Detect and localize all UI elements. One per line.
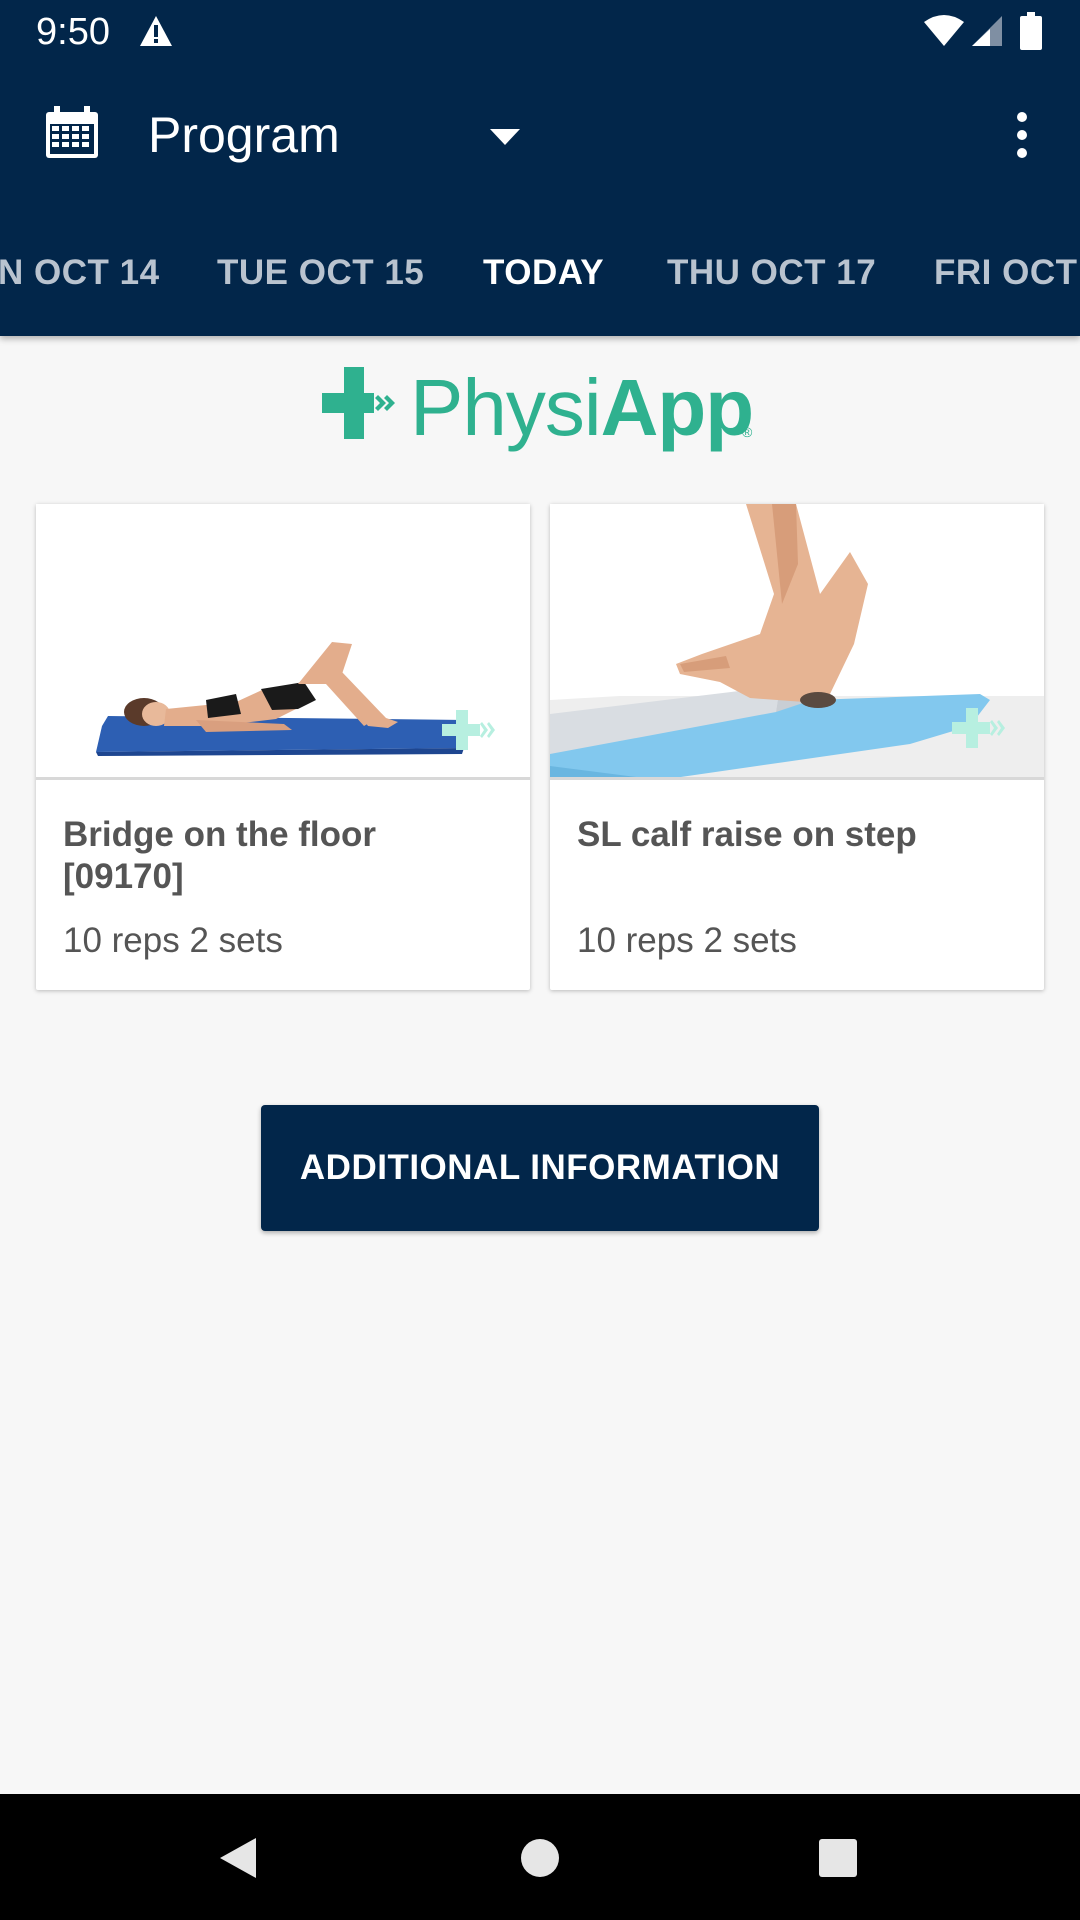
app-header: 9:50 Program N OCT 14 TUE OCT 15 TODAY T…: [0, 0, 1080, 336]
calf-raise-photo: [550, 504, 1044, 780]
status-bar: 9:50: [0, 0, 1080, 64]
battery-icon: [1020, 12, 1042, 50]
status-time: 9:50: [36, 11, 110, 53]
dropdown-icon[interactable]: [488, 126, 522, 148]
navigation-bar: [0, 1794, 1080, 1920]
exercise-card-bridge[interactable]: Bridge on the floor [09170] 10 reps 2 se…: [36, 504, 530, 990]
wifi-icon: [924, 15, 964, 46]
tab-mon-oct-14[interactable]: N OCT 14: [0, 252, 160, 294]
physiapp-logo: PhysiApp ®: [322, 362, 758, 458]
tab-thu-oct-17[interactable]: THU OCT 17: [667, 252, 876, 294]
home-icon[interactable]: [520, 1838, 560, 1878]
exercise-title: Bridge on the floor [09170]: [63, 815, 377, 896]
exercise-sets: 10 reps 2 sets: [577, 921, 797, 960]
recents-icon[interactable]: [818, 1838, 858, 1878]
calendar-icon[interactable]: [44, 104, 100, 160]
overflow-menu-icon[interactable]: [1008, 110, 1036, 160]
program-selector-title[interactable]: Program: [148, 106, 340, 164]
tab-fri-oct[interactable]: FRI OCT 1: [934, 252, 1080, 294]
logo-registered-mark: ®: [742, 424, 753, 440]
tab-tue-oct-15[interactable]: TUE OCT 15: [217, 252, 424, 294]
additional-information-button[interactable]: ADDITIONAL INFORMATION: [261, 1105, 819, 1231]
date-tab-bar: N OCT 14 TUE OCT 15 TODAY THU OCT 17 FRI…: [0, 210, 1080, 336]
exercise-title: SL calf raise on step: [577, 815, 917, 854]
logo-cross-icon: [322, 367, 395, 439]
toolbar: Program: [0, 64, 1080, 210]
logo-text: PhysiApp: [410, 363, 754, 452]
back-icon[interactable]: [218, 1836, 258, 1880]
warning-icon: [140, 16, 172, 46]
exercise-sets: 10 reps 2 sets: [63, 921, 283, 960]
exercise-card-calf-raise[interactable]: SL calf raise on step 10 reps 2 sets: [550, 504, 1044, 990]
signal-icon: [972, 16, 1002, 46]
bridge-exercise-photo: [36, 504, 530, 780]
tab-today[interactable]: TODAY: [483, 252, 604, 294]
